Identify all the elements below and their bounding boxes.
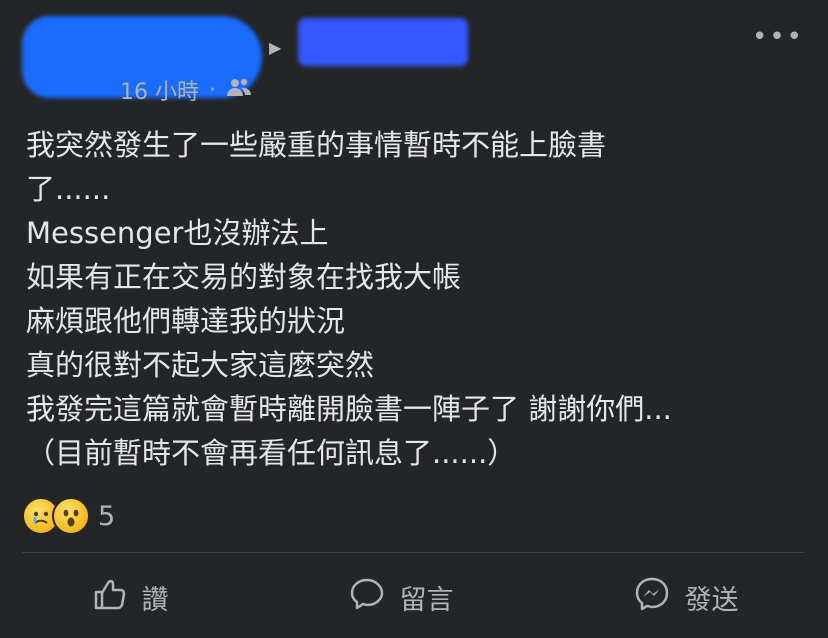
post-line: 我突然發生了一些嚴重的事情暫時不能上臉書 — [26, 128, 607, 162]
divider — [22, 552, 804, 553]
friends-icon — [226, 77, 252, 103]
post-meta: 16 小時 · — [120, 74, 252, 106]
reaction-count[interactable]: 5 — [98, 501, 115, 532]
post-line: 如果有正在交易的對象在找我大帳 — [26, 260, 462, 294]
group-arrow-icon: ▶ — [269, 38, 282, 57]
redacted-group[interactable] — [298, 18, 468, 66]
post-line: 了...... — [26, 172, 111, 206]
reaction-summary[interactable]: 5 — [22, 497, 115, 535]
post-line: 我發完這篇就會暫時離開臉書一陣子了 謝謝你們... — [26, 392, 672, 426]
more-options-icon[interactable]: ••• — [752, 22, 804, 52]
messenger-icon — [633, 575, 671, 620]
post-body: 我突然發生了一些嚴重的事情暫時不能上臉書 了...... Messenger也沒… — [26, 123, 806, 475]
like-button[interactable]: 讚 — [90, 575, 169, 620]
send-label: 發送 — [684, 584, 739, 616]
post-line: （目前暫時不會再看任何訊息了......） — [26, 436, 517, 470]
action-bar: 讚 留言 發送 — [0, 570, 828, 624]
thumbs-up-icon — [90, 575, 128, 620]
comment-icon — [348, 575, 386, 620]
post-line: 真的很對不起大家這麼突然 — [26, 348, 375, 382]
send-button[interactable]: 發送 — [633, 575, 739, 620]
post-line: Messenger也沒辦法上 — [26, 216, 329, 250]
like-label: 讚 — [141, 584, 169, 616]
post-line: 麻煩跟他們轉達我的狀況 — [26, 304, 346, 338]
wow-reaction-icon — [52, 497, 90, 535]
comment-label: 留言 — [399, 584, 454, 616]
comment-button[interactable]: 留言 — [348, 575, 454, 620]
post-time[interactable]: 16 小時 — [120, 74, 199, 106]
meta-separator: · — [209, 77, 216, 103]
